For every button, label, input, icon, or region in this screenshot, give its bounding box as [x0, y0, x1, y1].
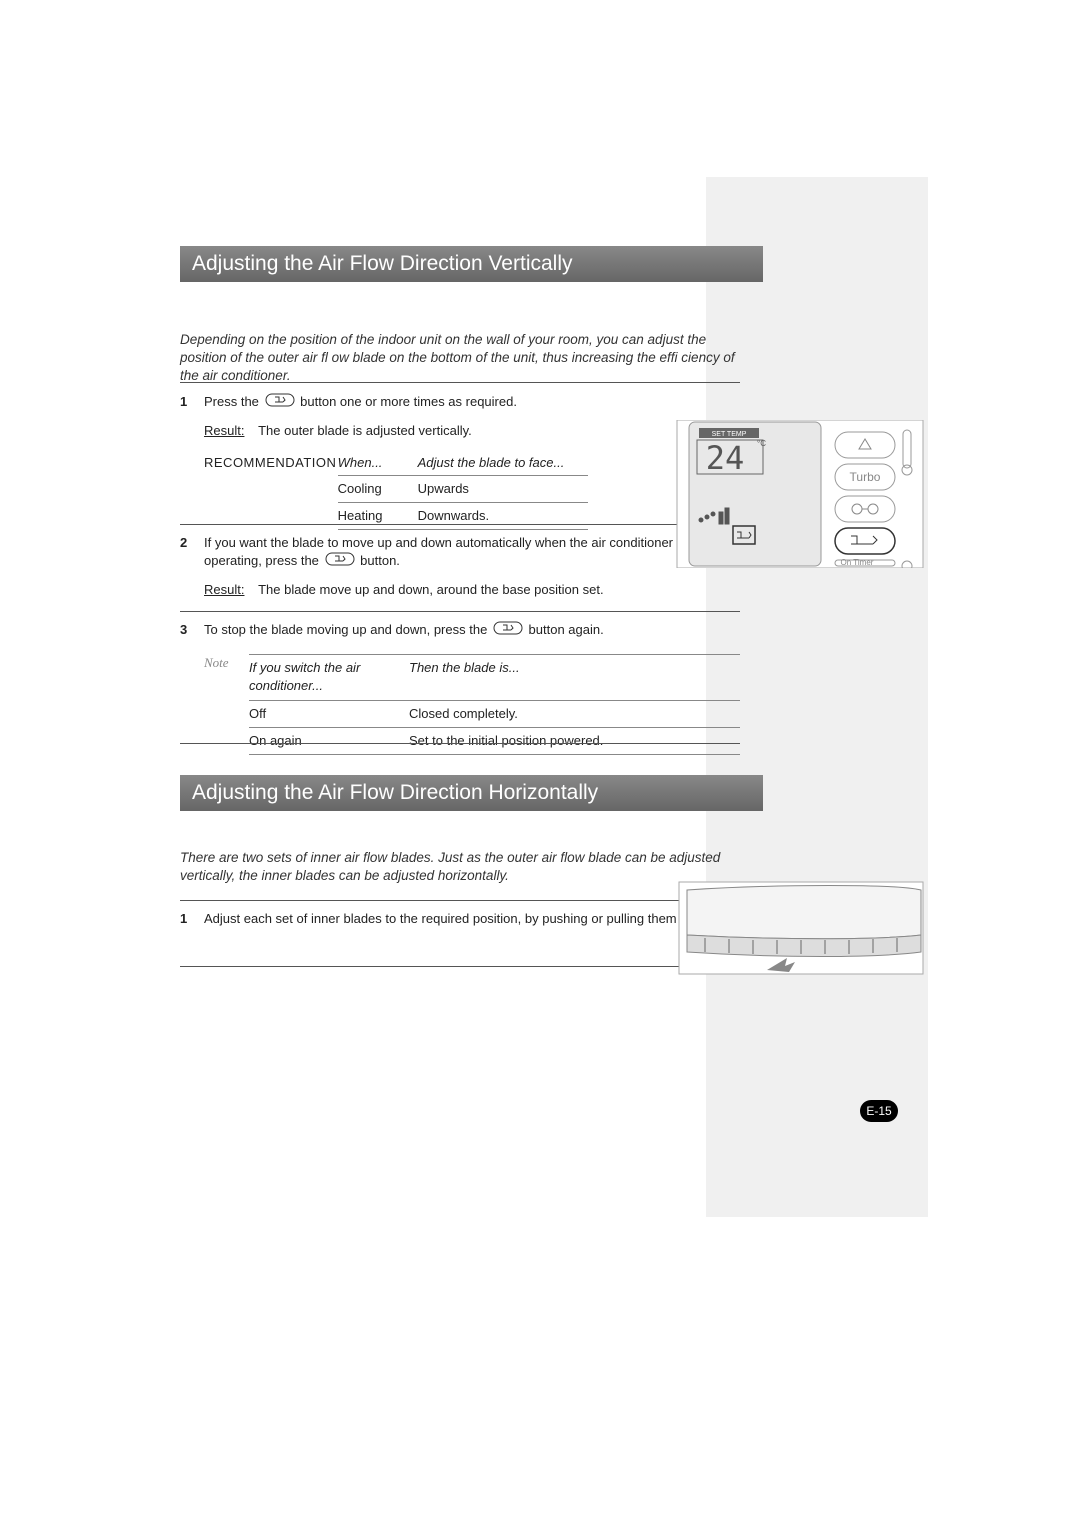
step2-text-before: If you want the blade to move up and dow… — [204, 535, 686, 568]
note-hdr-blade: Then the blade is... — [409, 659, 639, 695]
result-label: Result: — [204, 582, 244, 597]
step1-text-before: Press the — [204, 394, 259, 409]
rec-when: Heating — [338, 507, 418, 525]
step2-text-after: button. — [360, 553, 400, 568]
rec-hdr-adj: Adjust the blade to face... — [418, 454, 588, 472]
note-label: Note — [204, 654, 249, 672]
step-3: 3 To stop the blade moving up and down, … — [180, 621, 740, 755]
step1-text-after: button one or more times as required. — [300, 394, 517, 409]
note-table: Note If you switch the air conditioner..… — [204, 654, 740, 755]
rec-hdr-when: When... — [338, 454, 418, 472]
step-number: 2 — [180, 534, 204, 600]
turbo-label: Turbo — [850, 470, 881, 484]
section-heading-horizontal: Adjusting the Air Flow Direction Horizon… — [180, 775, 763, 811]
swing-button-icon — [265, 393, 295, 412]
note-state: Off — [249, 705, 409, 723]
step-number: 1 — [180, 910, 204, 928]
swing-button-icon — [325, 552, 355, 571]
divider — [180, 382, 740, 383]
table-row: Off Closed completely. — [249, 701, 740, 728]
step-2: 2 If you want the blade to move up and d… — [180, 534, 740, 600]
rec-when: Cooling — [338, 480, 418, 498]
recommendation-table: When... Adjust the blade to face... Cool… — [338, 454, 588, 530]
heading-text: Adjusting the Air Flow Direction Vertica… — [192, 252, 573, 276]
on-timer-label: On Timer — [841, 558, 874, 567]
note-blade: Set to the initial position powered. — [409, 732, 639, 750]
recommendation-label: RECOMMENDATION — [204, 454, 334, 472]
step-1: 1 Press the button one or more times as … — [180, 393, 740, 530]
steph1-text: Adjust each set of inner blades to the r… — [204, 911, 737, 926]
divider — [180, 524, 740, 525]
step-number: 1 — [180, 393, 204, 530]
note-state: On again — [249, 732, 409, 750]
remote-illustration: SET TEMP 24 °C Turbo — [675, 420, 925, 568]
page-number-badge: E-15 — [860, 1100, 898, 1122]
swing-button-icon — [493, 621, 523, 640]
note-hdr-state: If you switch the air conditioner... — [249, 659, 409, 695]
page: Adjusting the Air Flow Direction Vertica… — [0, 0, 1080, 1528]
note-blade: Closed completely. — [409, 705, 639, 723]
divider — [180, 900, 740, 901]
step3-text-after: button again. — [529, 622, 604, 637]
rec-adj: Upwards — [418, 480, 588, 498]
step-number: 3 — [180, 621, 204, 755]
divider — [180, 743, 740, 744]
intro-text-vertical: Depending on the position of the indoor … — [180, 331, 740, 386]
temp-value: 24 — [706, 439, 745, 477]
intro-text-horizontal: There are two sets of inner air ﬂow blad… — [180, 849, 740, 885]
heading-text: Adjusting the Air Flow Direction Horizon… — [192, 781, 598, 805]
divider — [180, 966, 740, 967]
table-row: On again Set to the initial position pow… — [249, 728, 740, 755]
step3-text-before: To stop the blade moving up and down, pr… — [204, 622, 487, 637]
divider — [180, 611, 740, 612]
table-row: Cooling Upwards — [338, 476, 588, 503]
result-label: Result: — [204, 423, 244, 438]
section-heading-vertical: Adjusting the Air Flow Direction Vertica… — [180, 246, 763, 282]
result-text: The outer blade is adjusted vertically. — [258, 423, 472, 438]
step-h1: 1 Adjust each set of inner blades to the… — [180, 910, 740, 928]
rec-adj: Downwards. — [418, 507, 588, 525]
set-temp-label: SET TEMP — [712, 431, 747, 438]
table-row: Heating Downwards. — [338, 503, 588, 530]
result-text: The blade move up and down, around the b… — [258, 582, 603, 597]
indoor-unit-illustration — [677, 880, 925, 976]
page-number: E-15 — [866, 1104, 891, 1118]
